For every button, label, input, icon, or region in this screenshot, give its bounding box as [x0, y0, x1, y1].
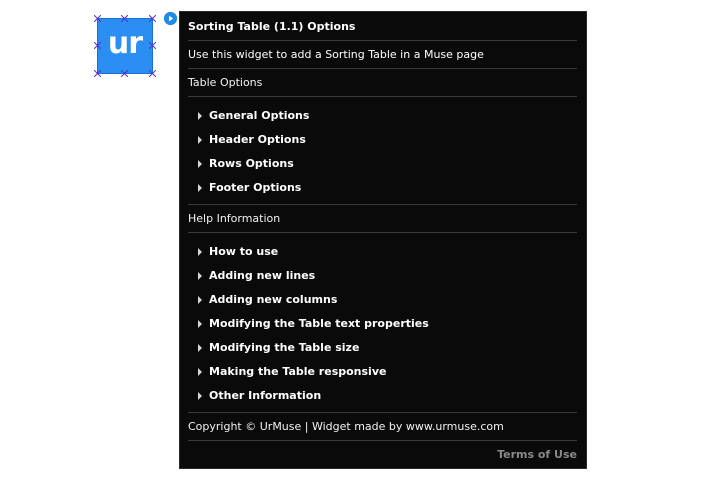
menu-item-label: General Options: [209, 109, 310, 122]
selection-handle-icon[interactable]: [94, 42, 101, 49]
menu-item-label: Adding new lines: [209, 269, 316, 282]
triangle-right-icon: [198, 184, 202, 192]
menu-item-header-options[interactable]: Header Options: [198, 133, 577, 146]
triangle-right-icon: [198, 160, 202, 168]
terms-of-use-link[interactable]: Terms of Use: [497, 448, 577, 461]
menu-item-other-information[interactable]: Other Information: [198, 389, 577, 402]
triangle-right-icon: [198, 368, 202, 376]
selection-handle-icon[interactable]: [121, 70, 128, 77]
triangle-right-icon: [198, 320, 202, 328]
divider: [188, 440, 577, 441]
options-panel: Sorting Table (1.1) Options Use this wid…: [179, 11, 587, 469]
menu-item-label: Modifying the Table size: [209, 341, 360, 354]
menu-item-label: Other Information: [209, 389, 322, 402]
menu-item-how-to-use[interactable]: How to use: [198, 245, 577, 258]
menu-item-making-table-responsive[interactable]: Making the Table responsive: [198, 365, 577, 378]
section-label-table-options: Table Options: [188, 76, 263, 89]
divider: [188, 96, 577, 97]
divider: [188, 40, 577, 41]
menu-item-rows-options[interactable]: Rows Options: [198, 157, 577, 170]
panel-title: Sorting Table (1.1) Options: [188, 20, 356, 33]
triangle-right-icon: [198, 112, 202, 120]
selection-handle-icon[interactable]: [149, 70, 156, 77]
menu-item-modifying-table-size[interactable]: Modifying the Table size: [198, 341, 577, 354]
menu-item-label: Making the Table responsive: [209, 365, 387, 378]
triangle-right-icon: [198, 392, 202, 400]
menu-item-footer-options[interactable]: Footer Options: [198, 181, 577, 194]
divider: [188, 232, 577, 233]
selection-handle-icon[interactable]: [121, 15, 128, 22]
widget-thumbnail[interactable]: ur: [97, 18, 153, 74]
selection-handle-icon[interactable]: [94, 15, 101, 22]
copyright-text: Copyright © UrMuse | Widget made by www.…: [188, 420, 504, 433]
menu-item-label: Footer Options: [209, 181, 302, 194]
triangle-right-icon: [198, 248, 202, 256]
triangle-right-icon: [198, 272, 202, 280]
menu-item-label: Modifying the Table text properties: [209, 317, 429, 330]
divider: [188, 68, 577, 69]
panel-description: Use this widget to add a Sorting Table i…: [188, 48, 484, 61]
menu-item-label: Rows Options: [209, 157, 294, 170]
triangle-right-icon: [198, 296, 202, 304]
menu-item-label: Adding new columns: [209, 293, 338, 306]
divider: [188, 204, 577, 205]
triangle-right-icon: [198, 136, 202, 144]
menu-item-label: Header Options: [209, 133, 306, 146]
widget-logo-text: ur: [107, 26, 143, 61]
menu-item-modifying-text-properties[interactable]: Modifying the Table text properties: [198, 317, 577, 330]
menu-item-adding-new-columns[interactable]: Adding new columns: [198, 293, 577, 306]
menu-item-general-options[interactable]: General Options: [198, 109, 577, 122]
selection-handle-icon[interactable]: [94, 70, 101, 77]
stage: ur Sorting Table (1.1) Options Use this …: [0, 0, 720, 480]
section-label-help-information: Help Information: [188, 212, 281, 225]
selection-handle-icon[interactable]: [149, 15, 156, 22]
triangle-right-icon: [198, 344, 202, 352]
divider: [188, 412, 577, 413]
menu-item-label: How to use: [209, 245, 279, 258]
selection-handle-icon[interactable]: [149, 42, 156, 49]
menu-item-adding-new-lines[interactable]: Adding new lines: [198, 269, 577, 282]
play-circle-icon[interactable]: [164, 12, 177, 25]
